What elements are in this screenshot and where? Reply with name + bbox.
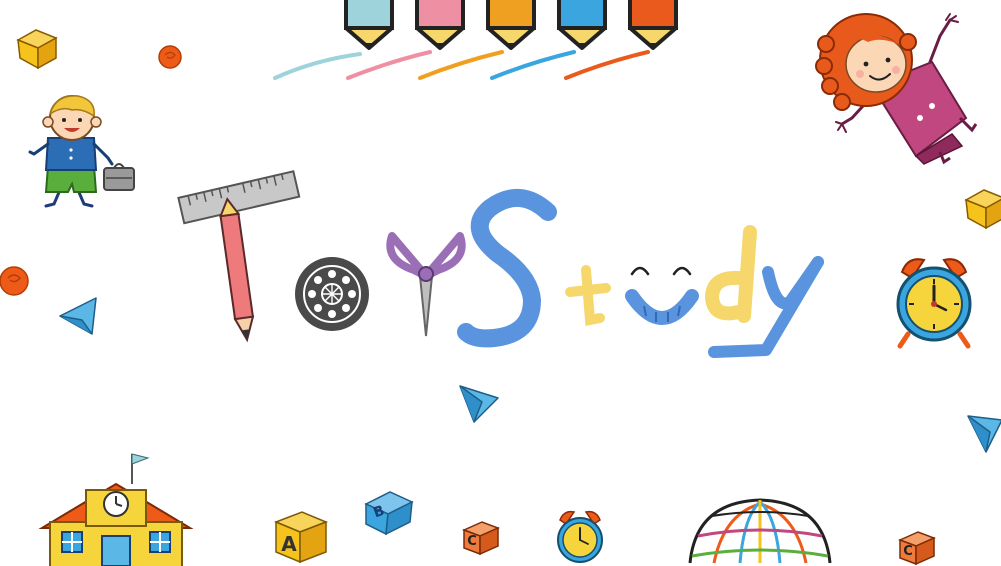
block-a-label: A <box>281 532 297 556</box>
title-letter-u-smile <box>624 260 700 332</box>
title-letter-o-wheel <box>292 254 372 334</box>
block-c-label: C <box>467 534 477 549</box>
alarm-clock-icon <box>888 250 980 350</box>
title-letter-y-scissors <box>384 230 468 340</box>
paper-plane-icon <box>458 382 500 424</box>
school-building-icon <box>36 450 196 566</box>
girl-character-icon <box>812 6 988 168</box>
title-letter-s <box>457 188 564 352</box>
crayon-icon <box>343 0 395 50</box>
paper-plane-icon <box>966 410 1001 454</box>
ball-icon <box>0 264 32 298</box>
crayon-icon <box>414 0 466 50</box>
boy-character-icon <box>26 92 140 214</box>
alarm-clock-icon <box>552 506 608 563</box>
title-letter-t <box>565 265 612 327</box>
crayon-icon <box>627 0 679 50</box>
title-letter-t-ruler-pencil <box>176 168 306 346</box>
crayon-icon <box>485 0 537 50</box>
paper-plane-icon <box>58 296 98 336</box>
crayon-icon <box>556 0 608 50</box>
globe-icon <box>684 496 834 564</box>
ball-icon <box>157 44 183 70</box>
cube-icon <box>962 186 1001 232</box>
cube-icon <box>14 26 60 70</box>
block-c-label: C <box>903 544 913 559</box>
title-letter-y <box>706 254 830 362</box>
